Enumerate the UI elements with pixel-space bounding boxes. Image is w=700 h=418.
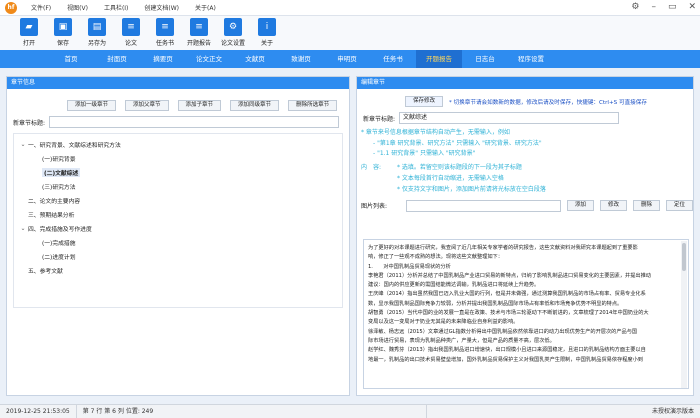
edit-image-button[interactable]: 修改 [599, 200, 627, 211]
add-parent-chapter-button[interactable]: 添加父章节 [125, 100, 169, 111]
numbering-hints: * 章节来号信息根据章节结构自动产生，无需输入，例如 - "第1章 研究背景、研… [361, 129, 542, 157]
save-row: 保存修改 * 切换章节请会如数新的数据，修改后请及时保存，快捷键：Ctrl+S … [357, 89, 693, 107]
image-list-select[interactable] [405, 199, 561, 212]
about-button[interactable]: i 关于 [250, 16, 284, 47]
paper-settings-button[interactable]: ⚙ 论文设置 [216, 16, 250, 47]
tab-settings[interactable]: 程序设置 [508, 50, 554, 68]
content-hints: * 选填。若留空则该标题段的下一段为其子标题 * 文本每段首行自动缩进，无需输入… [397, 163, 546, 193]
save-as-icon: ▤ [88, 18, 106, 36]
left-title-label: 新章节标题: [13, 119, 46, 127]
tab-log[interactable]: 日志台 [462, 50, 508, 68]
add-image-button[interactable]: 添加 [566, 200, 594, 211]
status-datetime: 2019-12-25 21:53:05 [0, 405, 77, 418]
chevron-down-icon[interactable]: ⌄ [18, 141, 28, 148]
tree-item[interactable]: (二)进度计划 [14, 249, 342, 263]
menu-about[interactable]: 关于(A) [187, 3, 224, 12]
window-controls: ⚙ – ▭ ✕ [631, 2, 696, 12]
left-title-input[interactable] [49, 116, 339, 128]
delete-chapter-button[interactable]: 删除所选章节 [288, 100, 338, 111]
right-title-row: 新章节标题: 文献综述 [357, 107, 693, 124]
chapter-info-header: 章节信息 [7, 77, 349, 89]
tree-item[interactable]: (三)研究方法 [14, 179, 342, 193]
gear-icon[interactable]: ⚙ [631, 2, 639, 12]
tree-item[interactable]: 二、论文的主要内容 [14, 193, 342, 207]
task-book-button[interactable]: ≡ 任务书 [148, 16, 182, 47]
tab-task-book[interactable]: 任务书 [370, 50, 416, 68]
menu-create-doc[interactable]: 创建文档(W) [136, 3, 187, 12]
minimize-icon[interactable]: – [651, 2, 656, 12]
main-toolbar: ▰ 打开 ▣ 保存 ▤ 另存为 ≡ 论文 ≡ 任务书 ≡ 开题报告 ⚙ 论文设置 i 关于 [0, 16, 700, 50]
folder-open-icon: ▰ [20, 18, 38, 36]
close-icon[interactable]: ✕ [688, 2, 696, 12]
tree-item[interactable]: (一)研究背景 [14, 151, 342, 165]
tree-item[interactable]: 三、预期结果分析 [14, 207, 342, 221]
locate-image-button[interactable]: 定位 [665, 200, 693, 211]
tab-thanks[interactable]: 致谢页 [278, 50, 324, 68]
paper-settings-icon: ⚙ [224, 18, 242, 36]
paper-button[interactable]: ≡ 论文 [114, 16, 148, 47]
app-logo: hf [5, 1, 17, 14]
save-tip: * 切换章节请会如数新的数据，修改后请及时保存，快捷键：Ctrl+S 可直接保存 [449, 99, 647, 106]
chapter-tree: ⌄ 一、研究背景、文献综述和研究方法 (一)研究背景 (二)文献综述 (三)研究方… [13, 133, 343, 308]
editor-scrollbar[interactable] [681, 241, 687, 388]
tree-item[interactable]: ⌄ 四、完成措施及写作进度 [14, 221, 342, 235]
add-level1-chapter-button[interactable]: 添加一级章节 [67, 100, 117, 111]
save-button[interactable]: ▣ 保存 [46, 16, 80, 47]
right-title-input[interactable]: 文献综述 [399, 112, 619, 124]
add-sibling-chapter-button[interactable]: 添加同级章节 [230, 100, 280, 111]
delete-image-button[interactable]: 删除 [632, 200, 660, 211]
chapter-info-panel: 章节信息 添加一级章节 添加父章节 添加子章节 添加同级章节 删除所选章节 新章… [6, 76, 350, 396]
tab-cover[interactable]: 封面页 [94, 50, 140, 68]
edit-chapter-header: 编辑章节 [357, 77, 693, 89]
tab-body[interactable]: 论文正文 [186, 50, 232, 68]
tab-abstract[interactable]: 摘要页 [140, 50, 186, 68]
menu-bar: 文件(F) 视图(V) 工具栏(I) 创建文档(W) 关于(A) [23, 3, 224, 12]
content-hints-row: 内 容: * 选填。若留空则该标题段的下一段为其子标题 * 文本每段首行自动缩进… [357, 160, 693, 195]
tab-references[interactable]: 文献页 [232, 50, 278, 68]
left-title-row: 新章节标题: [7, 111, 349, 128]
tab-declaration[interactable]: 申明页 [324, 50, 370, 68]
content-editor[interactable]: 为了更好的对本课题进行研究，我查阅了近几年相关专家学者的研究报告，这些文献资料对… [363, 239, 689, 389]
chapter-button-row: 添加一级章节 添加父章节 添加子章节 添加同级章节 删除所选章节 [7, 89, 349, 111]
maximize-icon[interactable]: ▭ [668, 2, 677, 12]
save-icon: ▣ [54, 18, 72, 36]
content-label: 内 容: [361, 163, 382, 171]
tab-home[interactable]: 首页 [48, 50, 94, 68]
tree-item[interactable]: ⌄ 一、研究背景、文献综述和研究方法 [14, 137, 342, 151]
task-book-icon: ≡ [156, 18, 174, 36]
tree-item-selected[interactable]: (二)文献综述 [14, 165, 342, 179]
add-child-chapter-button[interactable]: 添加子章节 [177, 100, 222, 111]
tab-proposal[interactable]: 开题报告 [416, 50, 462, 68]
proposal-button[interactable]: ≡ 开题报告 [182, 16, 216, 47]
title-bar: hf 文件(F) 视图(V) 工具栏(I) 创建文档(W) 关于(A) ⚙ – … [0, 0, 700, 16]
edit-chapter-panel: 编辑章节 保存修改 * 切换章节请会如数新的数据，修改后请及时保存，快捷键：Ct… [356, 76, 694, 396]
image-list-row: 图片列表: 添加 修改 删除 定位 [357, 195, 693, 212]
status-license: 未授权演示版本 [651, 408, 694, 415]
chevron-down-icon[interactable]: ⌄ [18, 225, 28, 232]
status-cursor-position: 第 7 行 第 6 列 位置: 249 [77, 405, 427, 418]
about-icon: i [258, 18, 276, 36]
nav-tabs: 首页 封面页 摘要页 论文正文 文献页 致谢页 申明页 任务书 开题报告 日志台… [0, 50, 700, 68]
open-button[interactable]: ▰ 打开 [12, 16, 46, 47]
paper-icon: ≡ [122, 18, 140, 36]
tree-item[interactable]: 五、参考文献 [14, 263, 342, 277]
menu-toolbar[interactable]: 工具栏(I) [96, 3, 136, 12]
scrollbar-thumb[interactable] [682, 243, 686, 271]
right-title-label: 新章节标题: [363, 115, 396, 123]
menu-file[interactable]: 文件(F) [23, 3, 59, 12]
tree-item[interactable]: (一)完成措施 [14, 235, 342, 249]
save-as-button[interactable]: ▤ 另存为 [80, 16, 114, 47]
save-changes-button[interactable]: 保存修改 [405, 96, 444, 107]
proposal-icon: ≡ [190, 18, 208, 36]
menu-view[interactable]: 视图(V) [59, 3, 96, 12]
image-list-label: 图片列表: [361, 203, 388, 210]
status-bar: 2019-12-25 21:53:05 第 7 行 第 6 列 位置: 249 … [0, 404, 700, 418]
